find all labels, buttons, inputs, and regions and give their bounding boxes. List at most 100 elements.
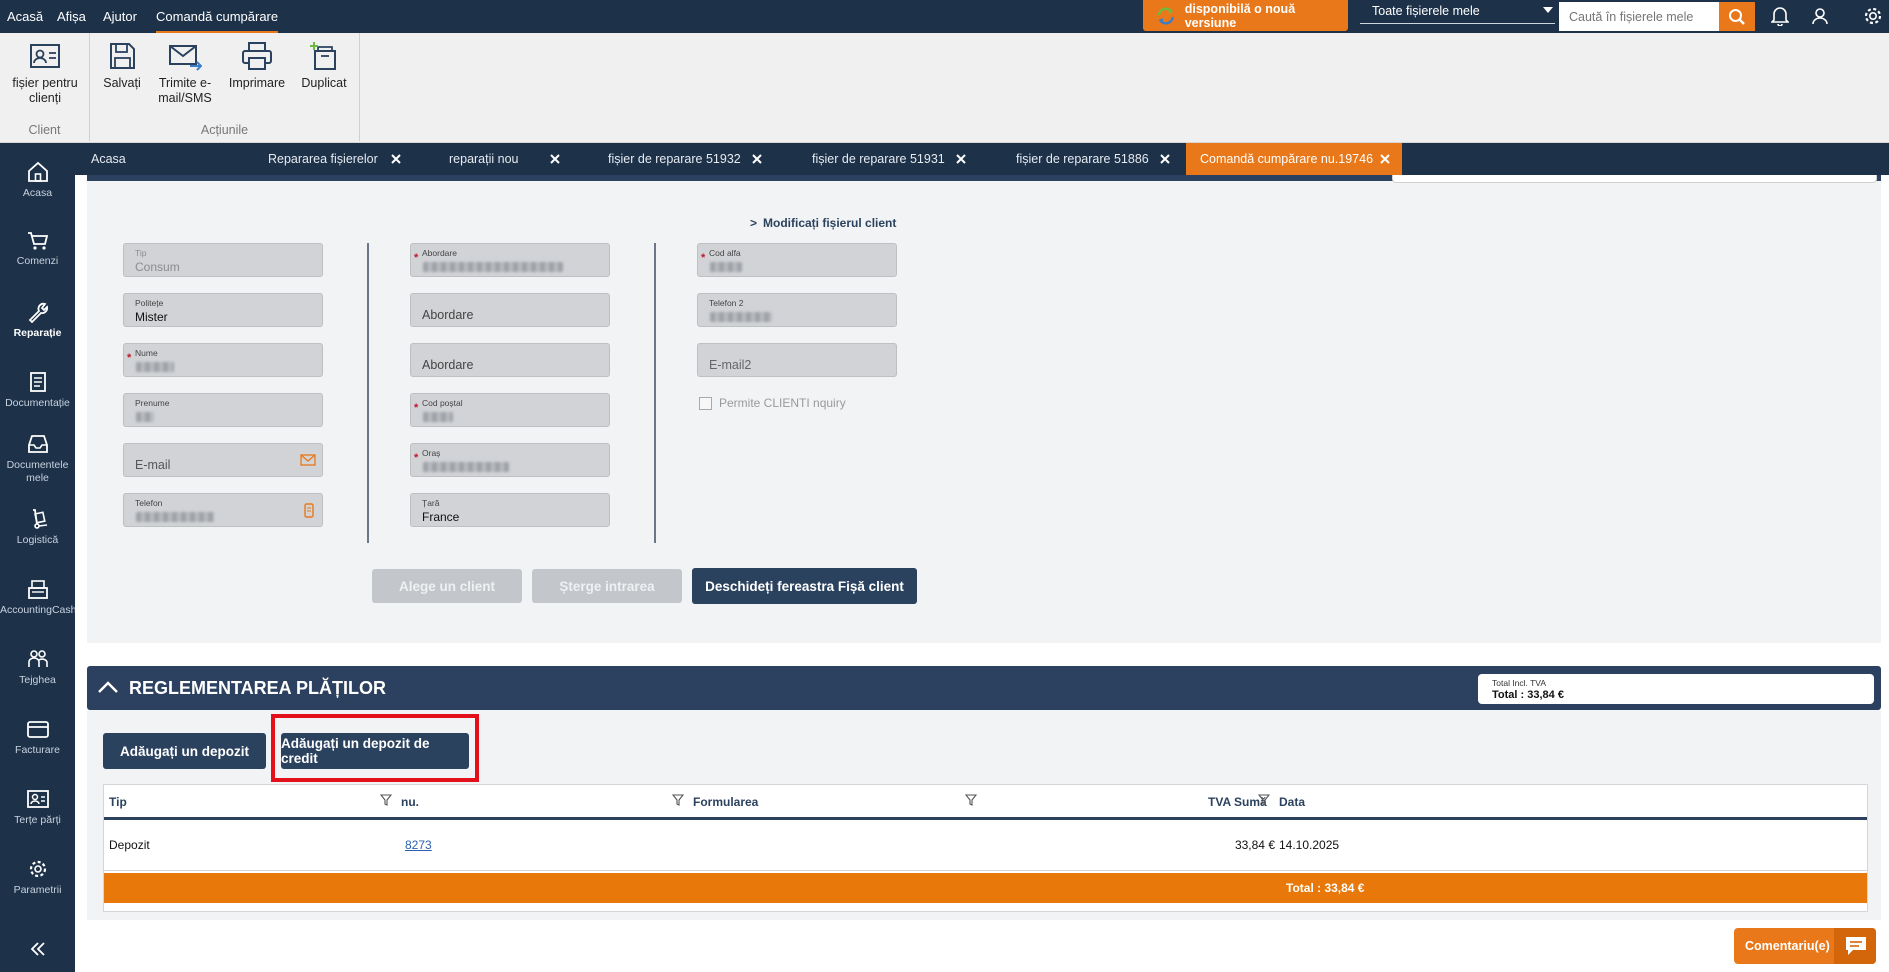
tab-repararea-fisierelor[interactable]: Repararea fișierelor [268,143,403,175]
menu-comanda-cumparare[interactable]: Comandă cumpărare [156,9,279,33]
nav-item-accountingcash[interactable]: AccountingCash [0,578,77,617]
filter-icon[interactable] [965,794,977,806]
search-button[interactable] [1719,2,1755,31]
save-button[interactable]: Salvați [96,41,148,91]
filter-icon[interactable] [380,794,392,806]
collapse-nav-button[interactable] [0,940,75,962]
col-tip[interactable]: Tip [109,795,127,809]
abordare-field-3[interactable]: Abordare [410,343,610,377]
menu-ajutor[interactable]: Ajutor [103,9,137,24]
tab-acasa[interactable]: Acasa [91,143,211,175]
open-client-file-button[interactable]: Deschideți fereastra Fișă client [692,568,917,604]
close-icon[interactable] [548,152,562,166]
search-input[interactable] [1559,2,1719,31]
nav-item-logistica[interactable]: Logistică [0,508,75,547]
add-credit-deposit-button[interactable]: Adăugați un depozit de credit [281,733,469,769]
redacted-value [136,412,154,422]
prenume-field[interactable]: Prenume [123,393,323,427]
nav-item-parametrii[interactable]: Parametrii [0,858,75,897]
cod-alfa-field[interactable]: * Cod alfa [697,243,897,277]
menu-acasa[interactable]: Acasă [7,9,43,24]
permite-clienti-checkbox-row[interactable]: Permite CLIENTI nquiry [699,396,846,410]
edit-client-link[interactable]: > Modificați fișierul client [750,216,896,230]
row-nu-link[interactable]: 8273 [405,838,432,852]
chat-bubble-icon [1846,937,1866,955]
files-scope-select[interactable]: Toate fișierele mele [1360,2,1555,24]
redacted-value [136,512,214,522]
abordare-field-2[interactable]: Abordare [410,293,610,327]
permite-clienti-checkbox[interactable] [699,396,712,410]
nav-item-reparatie[interactable]: Reparație [0,301,75,340]
user-icon[interactable] [1809,5,1831,27]
duplicate-button[interactable]: Duplicat [296,41,352,91]
telefon2-field[interactable]: Telefon 2 [697,293,897,327]
close-icon[interactable] [1158,152,1172,166]
ribbon-group-actions: Salvați Trimite e-mail/SMS Imprimare Dup… [90,33,360,141]
table-row[interactable]: Depozit 8273 33,84 € 14.10.2025 [104,820,1867,871]
chevron-up-icon[interactable] [97,679,119,695]
save-label: Salvați [103,76,141,90]
add-deposit-button[interactable]: Adăugați un depozit [103,733,266,769]
tab-fisier-51932[interactable]: fișier de reparare 51932 [608,143,764,175]
table-header: Tip nu. Formularea TVA Sumă Data [104,785,1867,820]
choose-client-button[interactable]: Alege un client [372,569,522,603]
gear-icon [29,860,46,878]
close-icon[interactable] [954,152,968,166]
nume-field[interactable]: * Nume [123,343,323,377]
cod-postal-field[interactable]: * Cod poștal [410,393,610,427]
nav-item-terte-parti[interactable]: Terțe părți [0,788,75,827]
col-formularea[interactable]: Formularea [693,795,758,809]
tab-fisier-51886[interactable]: fișier de reparare 51886 [1016,143,1172,175]
side-nav: Acasa Comenzi Reparație Documentație Doc… [0,143,77,972]
filter-icon[interactable] [1258,794,1270,806]
ribbon: fișier pentru clienți Client Salvați Tri… [0,33,1889,143]
politete-field[interactable]: Politețe Mister [123,293,323,327]
tab-fisier-51931[interactable]: fișier de reparare 51931 [812,143,968,175]
new-version-button[interactable]: disponibilă o nouă versiune [1143,0,1348,31]
tip-field[interactable]: Tip Consum [123,243,323,277]
payments-table: Tip nu. Formularea TVA Sumă Data Depozit… [103,784,1868,912]
tab-comanda-cumparare[interactable]: Comandă cumpărare nu.19746 [1186,143,1402,175]
col-data[interactable]: Data [1279,795,1305,809]
send-email-sms-button[interactable]: Trimite e-mail/SMS [152,41,218,106]
nav-item-acasa[interactable]: Acasa [0,161,75,200]
tara-field[interactable]: Țară France [410,493,610,527]
comment-button[interactable]: Comentariu(e) [1734,928,1876,964]
email-field[interactable]: E-mail [123,443,323,477]
abordare-placeholder: Abordare [422,358,474,372]
delete-entry-button[interactable]: Șterge intrarea [532,569,682,603]
tab-label: Acasa [91,152,126,166]
tab-reparatii-nou[interactable]: reparații nou [449,143,562,175]
redacted-value [710,262,742,272]
abordare-field-1[interactable]: * Abordare [410,243,610,277]
nav-label: Parametrii [13,884,62,896]
client-file-button[interactable]: fișier pentru clienți [6,41,84,106]
nav-label: Facturare [15,744,60,756]
nav-item-documentele-mele[interactable]: Documentele mele [0,433,75,485]
menu-afisa[interactable]: Afișa [57,9,86,24]
oras-field[interactable]: * Oraș [410,443,610,477]
filter-icon[interactable] [672,794,684,806]
nav-item-facturare[interactable]: Facturare [0,718,75,757]
nav-label: AccountingCash [0,604,77,616]
payments-section-header[interactable]: REGLEMENTAREA PLĂȚILOR Total Incl. TVA T… [87,666,1881,710]
nav-item-tejghea[interactable]: Tejghea [0,648,75,687]
row-data: 14.10.2025 [1279,838,1340,852]
close-icon[interactable] [750,152,764,166]
table-total-value: Total : 33,84 € [1286,881,1365,895]
email2-field[interactable]: E-mail2 [697,343,897,377]
phone-icon [304,503,314,518]
close-icon[interactable] [389,152,403,166]
refresh-icon [1157,7,1174,24]
nav-item-comenzi[interactable]: Comenzi [0,231,75,268]
close-icon[interactable] [1378,152,1392,166]
comment-icon-bg [1834,928,1876,964]
bell-icon[interactable] [1769,5,1791,27]
telefon-field[interactable]: Telefon [123,493,323,527]
add-credit-deposit-label: Adăugați un depozit de credit [281,736,430,766]
scroll-gutter [1881,175,1889,972]
nav-item-documentatie[interactable]: Documentație [0,371,75,410]
gear-icon[interactable] [1862,5,1884,27]
print-button[interactable]: Imprimare [226,41,288,91]
col-nu[interactable]: nu. [401,795,419,809]
